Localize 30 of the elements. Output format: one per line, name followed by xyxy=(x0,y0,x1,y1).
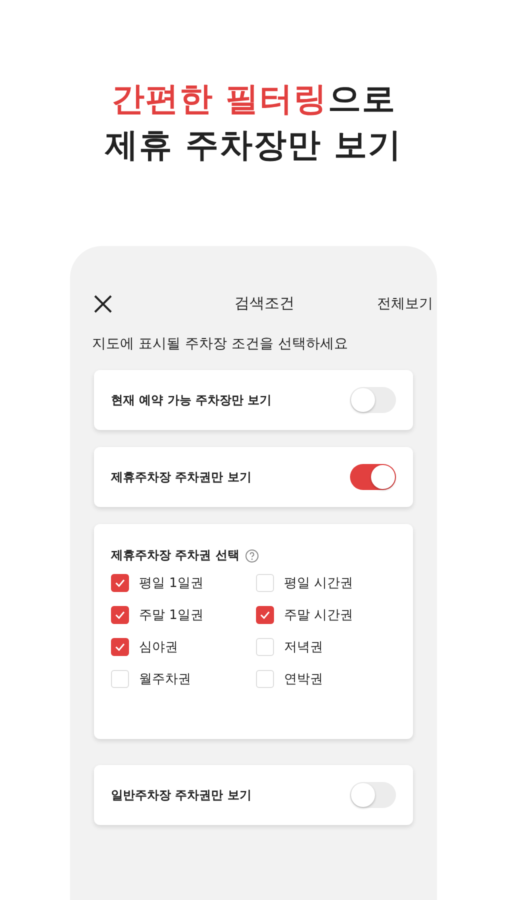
help-icon[interactable] xyxy=(245,548,260,562)
checkbox[interactable] xyxy=(111,638,129,656)
headline-text: 간편한 필터링 으로 xyxy=(110,78,397,120)
check-icon xyxy=(115,611,125,619)
checkbox-label: 주말 1일권 xyxy=(139,607,204,624)
checkbox[interactable] xyxy=(111,606,129,624)
instruction-text: 지도에 표시될 주차장 조건을 선택하세요 xyxy=(92,335,349,353)
toggle-label: 일반주차장 주차권만 보기 xyxy=(111,786,252,804)
toggle-label: 현재 예약 가능 주차장만 보기 xyxy=(111,392,272,408)
checkbox-label: 평일 1일권 xyxy=(139,575,204,592)
checkbox-label: 평일 시간권 xyxy=(284,575,354,592)
checkbox-label: 심야권 xyxy=(139,639,178,656)
close-icon[interactable] xyxy=(94,294,112,312)
checkbox-label: 연박권 xyxy=(284,671,323,688)
toggle-label: 제휴주차장 주차권만 보기 xyxy=(111,468,252,486)
checkbox[interactable] xyxy=(111,574,129,592)
view-all-link[interactable]: 전체보기 xyxy=(377,294,433,312)
check-icon xyxy=(260,611,270,619)
headline-text: 제휴 주차장만 보기 xyxy=(104,124,403,166)
toggle-switch[interactable] xyxy=(350,782,396,808)
checkbox[interactable] xyxy=(256,606,274,624)
toggle-switch[interactable] xyxy=(350,464,396,490)
screen-title: 검색조건 xyxy=(234,294,294,313)
checkbox-label: 저녁권 xyxy=(284,639,323,656)
toggle-switch[interactable] xyxy=(350,387,396,413)
checkbox-label: 주말 시간권 xyxy=(284,607,354,624)
section-label: 제휴주차장 주차권 선택 xyxy=(111,547,240,564)
checkbox-label: 월주차권 xyxy=(139,671,191,688)
check-icon xyxy=(115,643,125,651)
check-icon xyxy=(115,579,125,587)
